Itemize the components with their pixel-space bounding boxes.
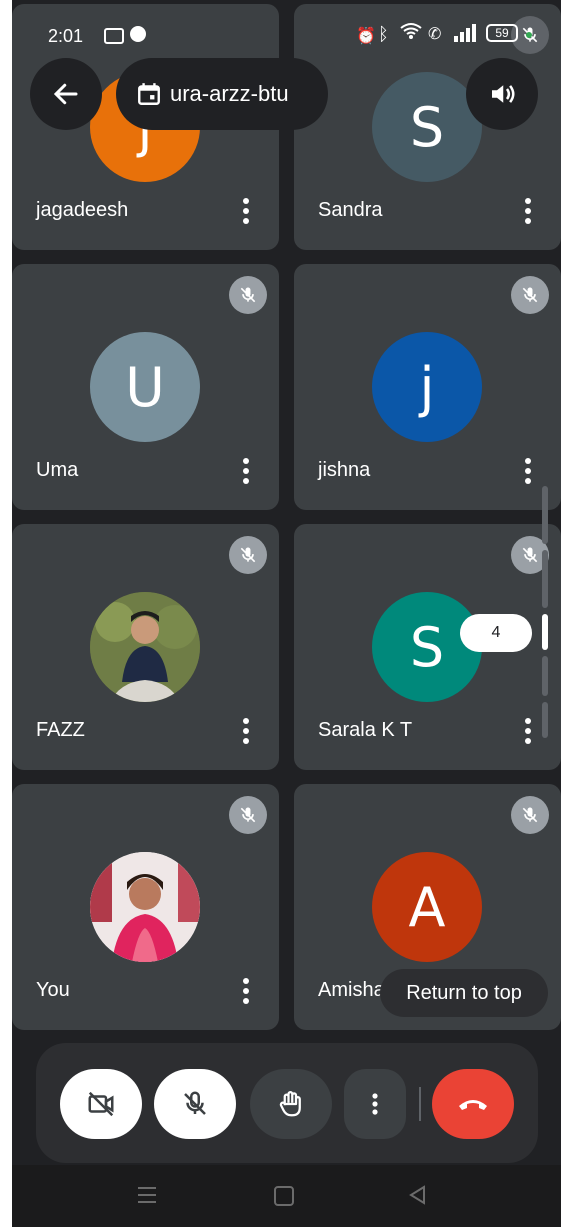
participant-name: Sandra — [318, 199, 383, 221]
more-options-button[interactable] — [344, 1069, 406, 1139]
home-button[interactable] — [274, 1186, 294, 1206]
screen-record-icon — [104, 28, 124, 44]
camera-toggle-button[interactable] — [60, 1069, 142, 1139]
notification-dot-icon — [526, 32, 532, 38]
camera-off-icon — [88, 1091, 114, 1117]
mic-off-icon — [511, 276, 549, 314]
more-options-icon[interactable] — [523, 198, 533, 228]
mic-off-icon — [229, 536, 267, 574]
mic-off-icon — [229, 276, 267, 314]
meet-call-screen: j jagadeesh S Sandra U Uma j jishna — [12, 0, 561, 1227]
meeting-code: ura-arzz-btu — [170, 81, 289, 106]
more-options-icon[interactable] — [241, 718, 251, 748]
mic-off-icon — [184, 1091, 206, 1115]
mic-off-icon — [511, 796, 549, 834]
more-options-icon[interactable] — [523, 458, 533, 488]
bluetooth-icon: ᛒ — [378, 24, 389, 44]
audio-output-button[interactable] — [466, 58, 538, 130]
participant-name: You — [36, 979, 70, 1001]
self-photo — [90, 852, 200, 962]
return-to-top-button[interactable]: Return to top — [380, 969, 548, 1017]
participant-photo — [90, 592, 200, 702]
scroll-track[interactable] — [542, 486, 548, 738]
end-call-button[interactable] — [432, 1069, 514, 1139]
participant-name: jishna — [318, 459, 371, 481]
participant-name: Uma — [36, 459, 79, 481]
participant-name: Amisha — [318, 979, 385, 1001]
call-controls — [36, 1043, 538, 1163]
participant-tile-uma[interactable]: U Uma — [12, 264, 279, 510]
participant-avatar: A — [372, 852, 482, 962]
signal-icon — [454, 24, 480, 47]
more-options-icon[interactable] — [241, 978, 251, 1008]
meeting-info-button[interactable]: ura-arzz-btu — [116, 58, 328, 130]
mic-off-icon — [229, 796, 267, 834]
battery-level: 59 — [495, 26, 509, 40]
scroll-thumb[interactable] — [542, 614, 548, 650]
participant-name: jagadeesh — [36, 199, 129, 221]
more-options-icon[interactable] — [241, 458, 251, 488]
hand-icon — [279, 1091, 301, 1117]
back-nav-button[interactable] — [408, 1185, 426, 1210]
more-options-icon[interactable] — [241, 198, 251, 228]
control-divider — [419, 1087, 421, 1121]
participant-avatar: j — [372, 332, 482, 442]
more-options-icon[interactable] — [523, 718, 533, 748]
participant-name: FAZZ — [36, 719, 85, 741]
wifi-calling-icon: ✆ — [428, 26, 442, 43]
mic-toggle-button[interactable] — [154, 1069, 236, 1139]
participant-tile-you[interactable]: You — [12, 784, 279, 1030]
whatsapp-icon — [130, 26, 146, 42]
participant-name: Sarala K T — [318, 719, 413, 741]
system-navigation-bar — [12, 1165, 561, 1227]
participant-tile-jishna[interactable]: j jishna — [294, 264, 561, 510]
phone-hangup-icon — [459, 1100, 487, 1110]
more-vert-icon — [372, 1093, 378, 1115]
alarm-icon: ⏰ — [356, 28, 376, 45]
scroll-page-bubble: 4 — [460, 614, 532, 652]
participant-tile-fazz[interactable]: FAZZ — [12, 524, 279, 770]
participant-avatar: U — [90, 332, 200, 442]
calendar-icon — [138, 83, 160, 105]
recents-button[interactable] — [138, 1187, 156, 1203]
wifi-icon — [400, 22, 422, 45]
speaker-icon — [492, 85, 515, 103]
back-button[interactable] — [30, 58, 102, 130]
return-to-top-label: Return to top — [406, 981, 522, 1004]
arrow-back-icon — [53, 83, 78, 105]
battery-icon: 59 — [486, 24, 518, 42]
raise-hand-button[interactable] — [250, 1069, 332, 1139]
scroll-page-number: 4 — [491, 624, 501, 641]
status-time: 2:01 — [48, 26, 84, 46]
